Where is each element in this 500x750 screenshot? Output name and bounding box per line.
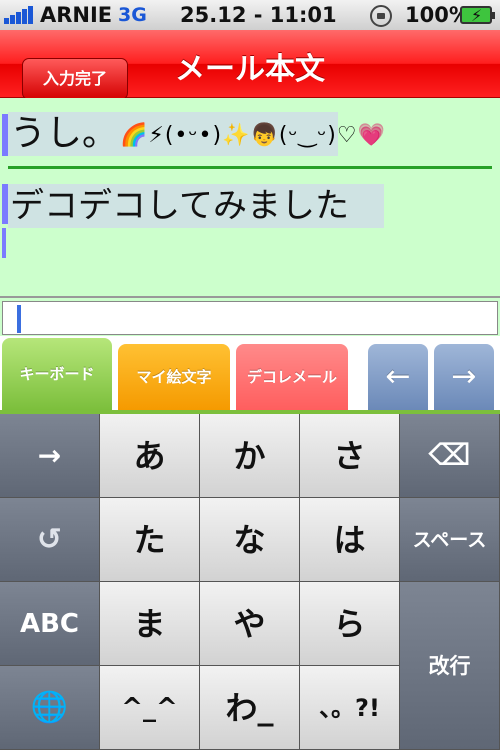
input-mode-tab-bar: キーボード マイ絵文字 デコレメール ← →: [0, 336, 500, 414]
status-bar: ARNIE 3G 25.12 - 11:01 100% ⚡: [0, 0, 500, 30]
page-title: メール本文: [175, 52, 325, 87]
key-ra[interactable]: ら: [300, 582, 400, 666]
line-divider: [8, 166, 492, 169]
tab-my-emoji[interactable]: マイ絵文字: [118, 344, 230, 410]
key-ta[interactable]: た: [100, 498, 200, 582]
abc-mode-key[interactable]: ABC: [0, 582, 100, 666]
key-ya[interactable]: や: [200, 582, 300, 666]
return-key[interactable]: 改行: [400, 582, 500, 750]
tab-keyboard[interactable]: キーボード: [2, 338, 112, 410]
key-punctuation[interactable]: 、。?!: [300, 666, 400, 750]
input-area: [0, 296, 500, 336]
key-a[interactable]: あ: [100, 414, 200, 498]
status-clock: 25.12 - 11:01: [180, 3, 337, 27]
key-sa[interactable]: さ: [300, 414, 400, 498]
key-na[interactable]: な: [200, 498, 300, 582]
mail-body-editor[interactable]: うし。 🌈⚡(•ᵕ•)✨👦(ᵕ‿ᵕ)♡💗 デコデコしてみました: [0, 98, 500, 296]
cursor-right-button[interactable]: →: [434, 344, 494, 410]
key-wa[interactable]: わ_: [200, 666, 300, 750]
key-ka[interactable]: か: [200, 414, 300, 498]
text-cursor: [2, 228, 6, 258]
mail-text-line-2-text: デコデコしてみました: [10, 186, 349, 226]
deco-emoji-strip: 🌈⚡(•ᵕ•)✨👦(ᵕ‿ᵕ)♡💗: [120, 123, 387, 148]
mail-text-line-1-text: うし。: [10, 113, 119, 154]
forward-arrow-key[interactable]: →: [0, 414, 100, 498]
rotation-lock-icon: [370, 5, 392, 27]
mail-text-line-2[interactable]: デコデコしてみました: [8, 184, 384, 228]
tab-deco-mail[interactable]: デコレメール: [236, 344, 348, 410]
carrier-name: ARNIE: [40, 3, 113, 27]
battery-icon: ⚡: [460, 6, 495, 25]
signal-strength-icon: [4, 6, 36, 24]
space-key[interactable]: スペース: [400, 498, 500, 582]
globe-icon[interactable]: 🌐: [0, 666, 100, 750]
text-input-field[interactable]: [2, 301, 498, 335]
key-emoticon[interactable]: ^_^: [100, 666, 200, 750]
key-ma[interactable]: ま: [100, 582, 200, 666]
flick-keyboard: → あ か さ ⌫ ↺ た な は スペース ABC ま や ら 改行 🌐 ^_…: [0, 414, 500, 750]
delete-key[interactable]: ⌫: [400, 414, 500, 498]
key-ha[interactable]: は: [300, 498, 400, 582]
cursor-left-button[interactable]: ←: [368, 344, 428, 410]
undo-key[interactable]: ↺: [0, 498, 100, 582]
navigation-bar: 入力完了 メール本文: [0, 30, 500, 100]
network-type: 3G: [118, 4, 147, 26]
